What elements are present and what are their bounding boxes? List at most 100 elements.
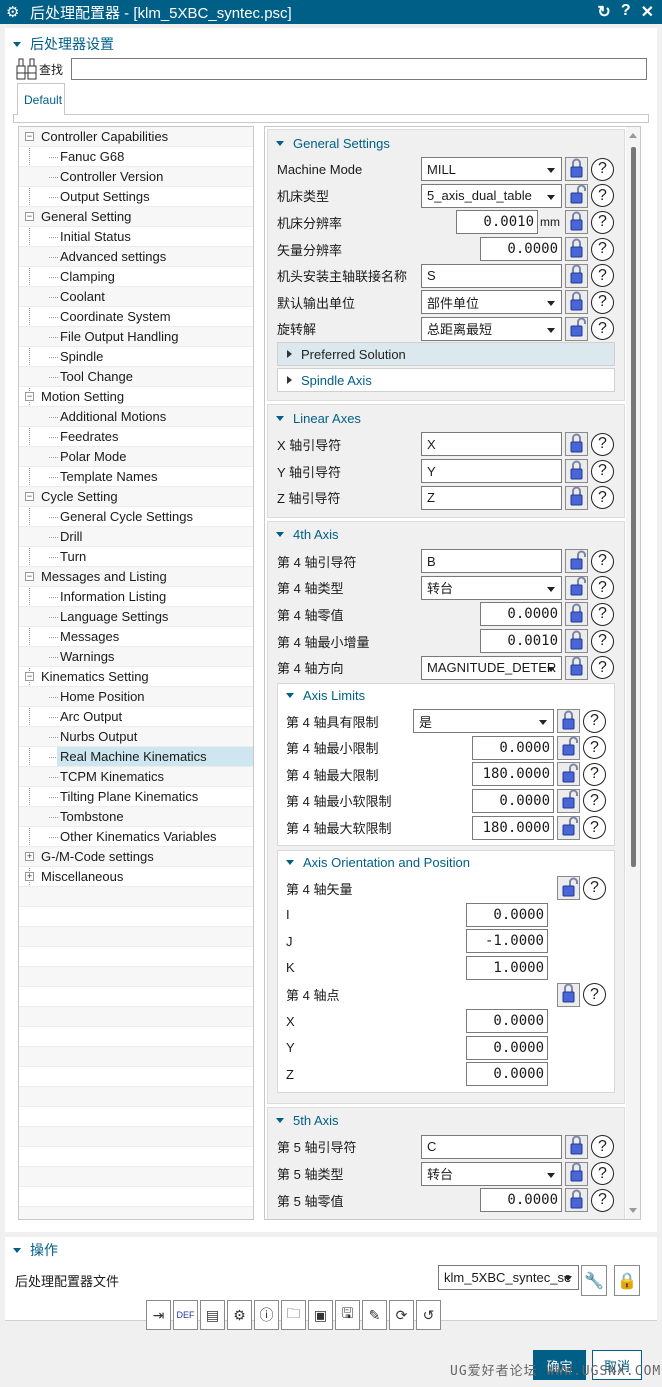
lock-button[interactable] (557, 709, 580, 734)
setting-input[interactable]: 1.0000 (466, 955, 548, 980)
tab-default[interactable]: Default (17, 83, 65, 115)
section-header[interactable]: 4th Axis (268, 522, 624, 548)
tree-item[interactable]: Tilting Plane Kinematics (19, 787, 253, 807)
tree-item[interactable]: Real Machine Kinematics (19, 747, 253, 767)
tree-item[interactable]: Feedrates (19, 427, 253, 447)
setting-input[interactable]: 0.0000 (466, 1035, 548, 1060)
help-icon[interactable]: ? (583, 983, 606, 1007)
setting-input[interactable]: Z (421, 485, 562, 510)
help-icon[interactable]: ? (591, 656, 614, 680)
tree-item[interactable]: Spindle (19, 347, 253, 367)
tree-item[interactable]: Drill (19, 527, 253, 547)
setting-dropdown[interactable]: 5_axis_dual_table (421, 183, 562, 208)
section-header[interactable]: 5th Axis (268, 1108, 624, 1134)
info-button[interactable]: ⓘ (254, 1300, 279, 1330)
tree-item[interactable]: General Cycle Settings (19, 507, 253, 527)
setting-dropdown[interactable]: 部件单位 (421, 290, 562, 315)
help-icon[interactable]: ? (591, 1162, 614, 1186)
setting-input[interactable]: 0.0000 (480, 237, 562, 262)
help-icon[interactable]: ? (591, 602, 614, 626)
tree-item[interactable]: Tool Change (19, 367, 253, 387)
lock-button[interactable] (565, 459, 588, 484)
expand-icon[interactable]: + (25, 872, 34, 881)
tree-item[interactable]: + G-/M-Code settings (19, 847, 253, 867)
help-icon[interactable]: ? (591, 486, 614, 510)
reset-icon[interactable]: ↻ (597, 2, 610, 22)
lock-button[interactable] (565, 210, 588, 235)
setting-input[interactable]: B (421, 549, 562, 574)
help-icon[interactable]: ? (591, 1135, 614, 1159)
unlock-button[interactable] (557, 762, 580, 787)
tree-item[interactable]: Coolant (19, 287, 253, 307)
close-icon[interactable]: ✕ (641, 2, 654, 22)
collapse-icon[interactable]: − (25, 572, 34, 581)
vertical-scrollbar[interactable] (626, 127, 640, 1219)
unlock-button[interactable] (557, 876, 580, 901)
setting-input[interactable]: X (421, 432, 562, 457)
settings-group-header[interactable]: 后处理器设置 (5, 34, 114, 54)
undo-button[interactable]: ↺ (416, 1300, 441, 1330)
unlock-button[interactable] (557, 788, 580, 813)
save-as-template-button[interactable]: ▣ (308, 1300, 333, 1330)
tree-item[interactable]: Coordinate System (19, 307, 253, 327)
help-icon[interactable]: ? (591, 157, 614, 181)
setting-dropdown[interactable]: 是 (413, 709, 554, 734)
help-icon[interactable]: ? (583, 789, 606, 813)
tree-item[interactable]: − Controller Capabilities (19, 127, 253, 147)
tree-item[interactable]: Advanced settings (19, 247, 253, 267)
setting-input[interactable]: 0.0000 (466, 1009, 548, 1034)
collapsed-subsection[interactable]: Preferred Solution (277, 342, 615, 367)
tree-item[interactable]: Information Listing (19, 587, 253, 607)
lock-button[interactable] (565, 263, 588, 288)
collapsed-subsection[interactable]: Spindle Axis (277, 368, 615, 393)
help-icon[interactable]: ? (583, 762, 606, 786)
help-icon[interactable]: ? (591, 184, 614, 208)
tree-item[interactable]: Turn (19, 547, 253, 567)
lock-button[interactable] (565, 237, 588, 262)
settings-tree[interactable]: − Controller Capabilities Fanuc G68 Control… (18, 126, 254, 1220)
setting-input[interactable]: 0.0000 (466, 902, 548, 927)
tree-item[interactable]: File Output Handling (19, 327, 253, 347)
operations-header[interactable]: 操作 (5, 1240, 58, 1260)
tree-item[interactable]: + Miscellaneous (19, 867, 253, 887)
setting-dropdown[interactable]: MILL (421, 157, 562, 182)
help-icon[interactable]: ? (591, 290, 614, 314)
setting-input[interactable]: 0.0010 (480, 629, 562, 654)
save-edit-button[interactable]: ✎ (362, 1300, 387, 1330)
tree-item[interactable]: − Motion Setting (19, 387, 253, 407)
scroll-thumb[interactable] (631, 147, 636, 867)
setting-input[interactable]: C (421, 1134, 562, 1159)
wrench-button[interactable]: 🔧 (581, 1265, 607, 1296)
help-icon[interactable]: ? (583, 816, 606, 840)
setting-dropdown[interactable]: MAGNITUDE_DETER (421, 655, 562, 680)
collapse-icon[interactable]: − (25, 212, 34, 221)
tree-item[interactable]: Fanuc G68 (19, 147, 253, 167)
setting-input[interactable]: 0.0000 (480, 602, 562, 627)
lock-button[interactable] (565, 485, 588, 510)
help-icon[interactable]: ? (591, 210, 614, 234)
tree-item[interactable]: − Cycle Setting (19, 487, 253, 507)
unlock-button[interactable] (557, 735, 580, 760)
tree-item[interactable]: Nurbs Output (19, 727, 253, 747)
tree-item[interactable]: − Kinematics Setting (19, 667, 253, 687)
expand-icon[interactable]: + (25, 852, 34, 861)
unlock-button[interactable] (565, 549, 588, 574)
tree-item[interactable]: Additional Motions (19, 407, 253, 427)
lock-button[interactable] (565, 157, 588, 182)
setting-input[interactable]: 180.0000 (472, 815, 554, 840)
tree-item[interactable]: Output Settings (19, 187, 253, 207)
tree-item[interactable]: Home Position (19, 687, 253, 707)
lock-list-button[interactable]: 🔒 (614, 1265, 640, 1296)
save-button[interactable]: 🖫 (335, 1300, 360, 1330)
setting-input[interactable]: 0.0000 (472, 735, 554, 760)
tree-item[interactable]: Controller Version (19, 167, 253, 187)
help-icon[interactable]: ? (591, 629, 614, 653)
lock-button[interactable] (565, 1188, 588, 1213)
help-icon[interactable]: ? (591, 549, 614, 573)
setting-input[interactable]: -1.0000 (466, 929, 548, 954)
collapse-icon[interactable]: − (25, 492, 34, 501)
tree-item[interactable]: Arc Output (19, 707, 253, 727)
tree-item[interactable]: Tombstone (19, 807, 253, 827)
settings-stack-button[interactable]: ⚙ (227, 1300, 252, 1330)
help-icon[interactable]: ? (583, 876, 606, 900)
